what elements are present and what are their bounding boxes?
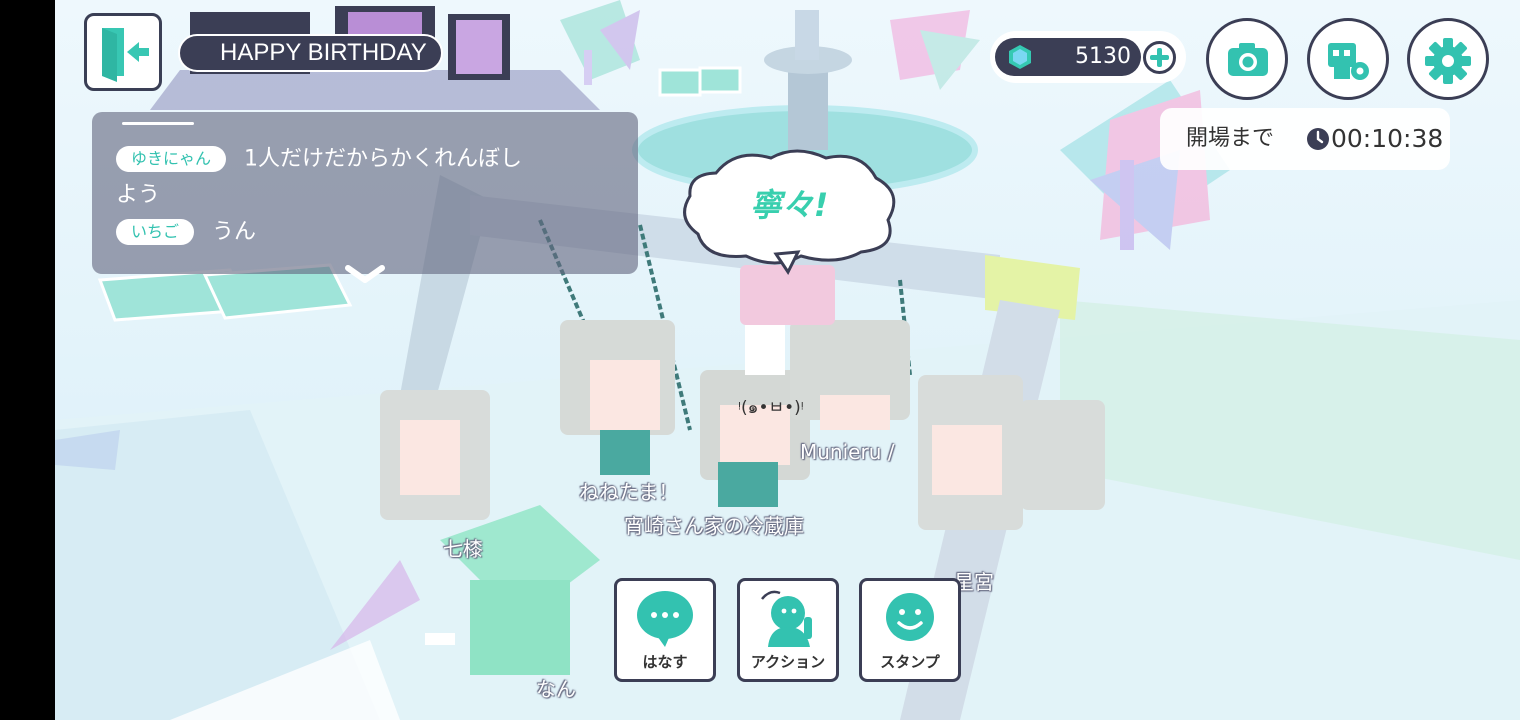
speech-bubble-text: 寧々! xyxy=(749,186,829,224)
speech-bubble-icon xyxy=(637,591,693,647)
gear-icon xyxy=(1425,38,1471,84)
player-name-label: ねねたま！ xyxy=(579,480,679,504)
stamp-button[interactable]: スタンプ xyxy=(859,578,961,682)
exit-door-icon xyxy=(102,28,149,82)
camera-icon xyxy=(1228,43,1268,76)
avatar-settings-button[interactable] xyxy=(1307,18,1389,100)
venue-open-countdown: 開場まで 00:10:38 xyxy=(1160,108,1450,170)
chevron-down-icon[interactable] xyxy=(342,262,388,286)
countdown-label: 開場まで xyxy=(1186,126,1275,151)
chat-message-continued: よう xyxy=(116,176,596,214)
chat-panel[interactable]: ゆきにゃん 1人だけだからかくれんぼし よう いちご うん xyxy=(92,112,638,283)
add-currency-button[interactable] xyxy=(1143,41,1176,74)
currency-display: 5130 xyxy=(990,31,1186,83)
player-name-label: 宵崎さん家の冷蔵庫 xyxy=(624,514,804,538)
player-name-label: Munieru / xyxy=(800,440,895,464)
stamp-button-label: スタンプ xyxy=(880,653,940,671)
chat-message-text: よう xyxy=(116,182,161,208)
plus-icon xyxy=(1150,48,1169,67)
action-button-label: アクション xyxy=(750,653,826,671)
currency-counter: 5130 xyxy=(995,38,1141,76)
chat-scroll-indicator xyxy=(122,122,194,125)
chat-message: ゆきにゃん 1人だけだからかくれんぼし xyxy=(116,140,596,178)
chat-message-text: 1人だけだからかくれんぼし xyxy=(244,146,523,172)
chat-author-badge: ゆきにゃん xyxy=(116,146,227,172)
exit-button[interactable] xyxy=(84,13,162,91)
left-letterbox xyxy=(0,0,55,720)
countdown-time: 00:10:38 xyxy=(1331,124,1444,153)
title-banner: HAPPY BIRTHDAY xyxy=(178,34,443,72)
currency-amount: 5130 xyxy=(1075,44,1131,69)
avatar-settings-icon xyxy=(1328,43,1369,80)
emote-text: ᵎ(๑•ㅂ•)ᵎ xyxy=(738,398,804,418)
smile-stamp-icon xyxy=(886,593,934,641)
camera-button[interactable] xyxy=(1206,18,1288,100)
action-button[interactable]: アクション xyxy=(737,578,839,682)
chat-author-badge: いちご xyxy=(116,219,195,245)
action-person-icon xyxy=(761,590,812,647)
settings-button[interactable] xyxy=(1407,18,1489,100)
chat-message: いちご うん xyxy=(116,213,596,251)
talk-button-label: はなす xyxy=(642,653,688,671)
clock-icon xyxy=(1307,128,1329,150)
gem-icon xyxy=(1009,45,1031,69)
talk-button[interactable]: はなす xyxy=(614,578,716,682)
chat-message-text: うん xyxy=(212,219,257,245)
player-name-label: なん xyxy=(536,677,576,701)
player-name-label: 七㯃 xyxy=(443,537,483,561)
